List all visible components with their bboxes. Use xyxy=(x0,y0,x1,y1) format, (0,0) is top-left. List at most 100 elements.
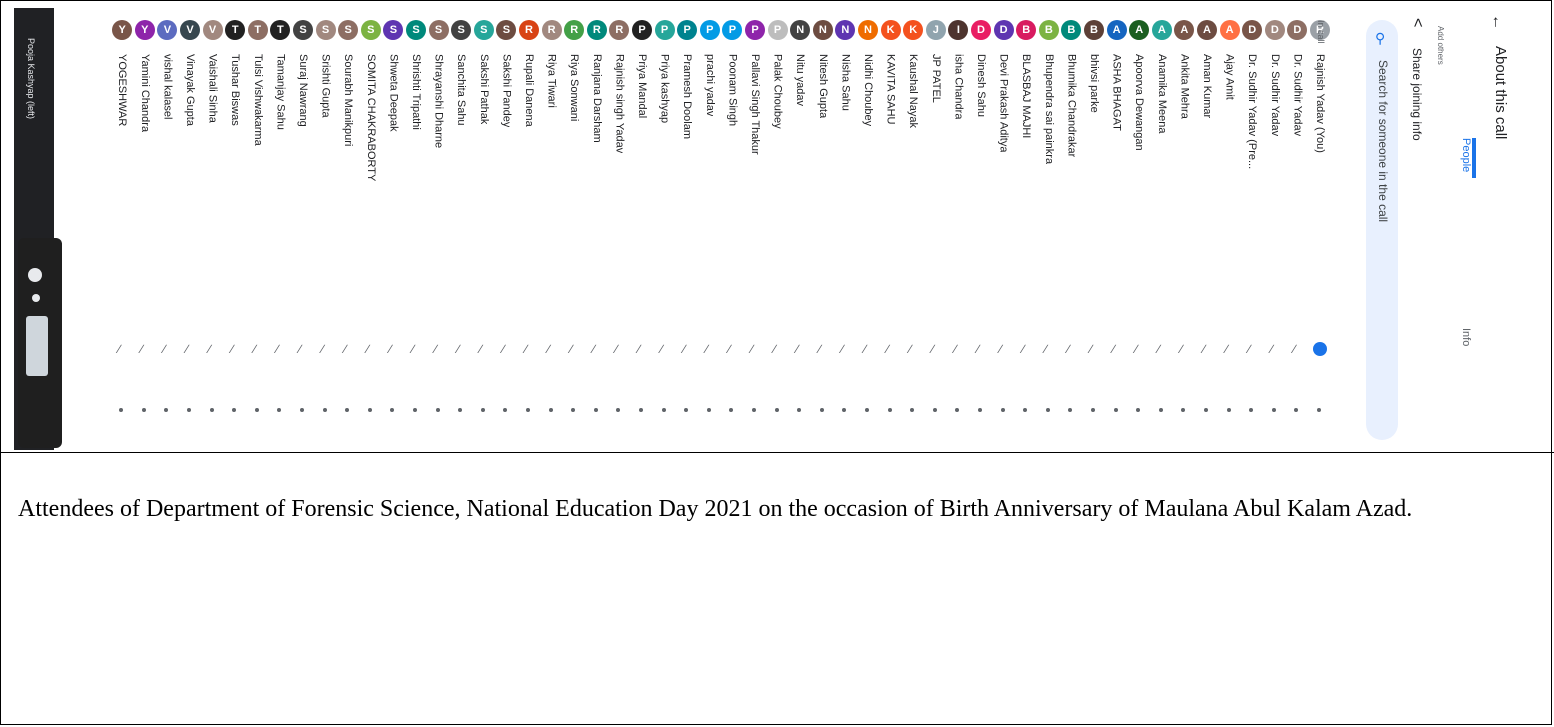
participant-row[interactable]: D Dinesh Sahu ∕ xyxy=(969,8,993,450)
more-options-icon[interactable] xyxy=(1313,342,1327,356)
mic-off-icon[interactable]: ∕ xyxy=(367,342,373,356)
mic-off-icon[interactable]: ∕ xyxy=(548,342,554,356)
participant-menu-icon[interactable] xyxy=(503,408,508,412)
participant-menu-icon[interactable] xyxy=(141,408,146,412)
mic-off-icon[interactable]: ∕ xyxy=(457,342,463,356)
participant-menu-icon[interactable] xyxy=(1204,408,1208,412)
mic-off-icon[interactable]: ∕ xyxy=(706,342,712,356)
mic-off-icon[interactable]: ∕ xyxy=(502,342,508,356)
mic-off-icon[interactable]: ∕ xyxy=(299,342,305,356)
participant-row[interactable]: Vvishal kalasel ∕ xyxy=(155,8,179,450)
participant-row[interactable]: B Bhumika Chandrakar ∕ xyxy=(1059,8,1083,450)
participant-row[interactable]: P Poonam Singh ∕ xyxy=(720,8,744,450)
participant-menu-icon[interactable] xyxy=(1317,408,1321,412)
mic-off-icon[interactable]: ∕ xyxy=(389,342,395,356)
participant-menu-icon[interactable] xyxy=(819,408,824,412)
participant-row[interactable]: S Sanchita Sahu ∕ xyxy=(449,8,473,450)
participant-row[interactable]: S Sakshi Pathak ∕ xyxy=(472,8,496,450)
participant-row[interactable]: A Aman Kumar ∕ xyxy=(1195,8,1219,450)
participant-row[interactable]: S Sourabh Manikpuri ∕ xyxy=(336,8,360,450)
mic-off-icon[interactable]: ∕ xyxy=(1180,342,1186,356)
participant-row[interactable]: P Pallavi Singh Thakur ∕ xyxy=(743,8,767,450)
participant-row[interactable]: N Nitesh Gupta ∕ xyxy=(811,8,835,450)
participant-row[interactable]: R Rajnish Yadav (You) xyxy=(1308,8,1332,450)
participant-menu-icon[interactable] xyxy=(639,408,643,412)
participant-menu-icon[interactable] xyxy=(119,408,124,412)
participant-menu-icon[interactable] xyxy=(797,408,802,412)
mic-off-icon[interactable]: ∕ xyxy=(751,342,757,356)
participant-menu-icon[interactable] xyxy=(865,408,869,412)
mic-off-icon[interactable]: ∕ xyxy=(209,342,215,356)
participant-menu-icon[interactable] xyxy=(345,408,350,412)
mic-off-icon[interactable]: ∕ xyxy=(977,342,983,356)
add-others-button[interactable]: Add others xyxy=(1436,26,1445,65)
participant-row[interactable]: R Rupali Danena ∕ xyxy=(517,8,541,450)
participant-row[interactable]: T Tamanjay Sahu ∕ xyxy=(268,8,292,450)
participant-menu-icon[interactable] xyxy=(774,408,779,412)
mic-off-icon[interactable]: ∕ xyxy=(661,342,667,356)
participant-menu-icon[interactable] xyxy=(752,408,756,412)
tab-info[interactable]: Info xyxy=(1460,328,1472,346)
participant-menu-icon[interactable] xyxy=(390,408,395,412)
participant-row[interactable]: S Srishti Gupta ∕ xyxy=(314,8,338,450)
mic-off-icon[interactable]: ∕ xyxy=(480,342,486,356)
participant-row[interactable]: T Tushar Biswas ∕ xyxy=(223,8,247,450)
mic-off-icon[interactable]: ∕ xyxy=(570,342,576,356)
participant-row[interactable]: R Ranjana Darsham ∕ xyxy=(585,8,609,450)
participant-row[interactable]: A Apoorva Dewangan ∕ xyxy=(1127,8,1151,450)
mic-off-icon[interactable]: ∕ xyxy=(864,342,870,356)
camera-toggle-icon[interactable] xyxy=(32,294,40,302)
mic-off-icon[interactable]: ∕ xyxy=(819,342,825,356)
participant-row[interactable]: J JP PATEL ∕ xyxy=(924,8,948,450)
mic-off-icon[interactable]: ∕ xyxy=(887,342,893,356)
participant-menu-icon[interactable] xyxy=(413,408,417,412)
mic-off-icon[interactable]: ∕ xyxy=(254,342,260,356)
mic-off-icon[interactable]: ∕ xyxy=(344,342,350,356)
participant-row[interactable]: Iisha Chandra ∕ xyxy=(946,8,970,450)
mic-off-icon[interactable]: ∕ xyxy=(1293,342,1299,356)
participant-menu-icon[interactable] xyxy=(1068,408,1073,412)
participant-row[interactable]: V Vinayak Gupta ∕ xyxy=(178,8,202,450)
mic-off-icon[interactable]: ∕ xyxy=(954,342,960,356)
participant-row[interactable]: A Ajay Amit ∕ xyxy=(1218,8,1242,450)
participant-menu-icon[interactable] xyxy=(1226,408,1231,412)
participant-menu-icon[interactable] xyxy=(684,408,689,412)
participant-row[interactable]: P Priya Mandal ∕ xyxy=(630,8,654,450)
participant-row[interactable]: S Sakshi Pandey ∕ xyxy=(494,8,518,450)
participant-row[interactable]: S Shrayanshi Dharne ∕ xyxy=(427,8,451,450)
participant-row[interactable]: A Ankita Mehra ∕ xyxy=(1172,8,1196,450)
participant-row[interactable]: Bbhivsi parke ∕ xyxy=(1082,8,1106,450)
mic-off-icon[interactable]: ∕ xyxy=(1271,342,1277,356)
mic-off-icon[interactable]: ∕ xyxy=(1045,342,1051,356)
participant-menu-icon[interactable] xyxy=(1294,408,1299,412)
mic-off-icon[interactable]: ∕ xyxy=(1022,342,1028,356)
mic-off-icon[interactable]: ∕ xyxy=(186,342,192,356)
participant-row[interactable]: R Riya Sonwani ∕ xyxy=(562,8,586,450)
mic-off-icon[interactable]: ∕ xyxy=(322,342,328,356)
participant-menu-icon[interactable] xyxy=(842,408,847,412)
participant-row[interactable]: N Nidhi Choubey ∕ xyxy=(856,8,880,450)
participant-menu-icon[interactable] xyxy=(1000,408,1005,412)
participant-menu-icon[interactable] xyxy=(367,408,372,412)
mic-off-icon[interactable]: ∕ xyxy=(118,342,124,356)
mic-off-icon[interactable]: ∕ xyxy=(435,342,441,356)
participant-row[interactable]: Y YOGESHWAR ∕ xyxy=(110,8,134,450)
participant-row[interactable]: P Priya kashyap ∕ xyxy=(653,8,677,450)
mic-off-icon[interactable]: ∕ xyxy=(683,342,689,356)
share-icon[interactable]: < xyxy=(1408,18,1426,27)
participant-row[interactable]: N Nisha Sahu ∕ xyxy=(833,8,857,450)
mic-off-icon[interactable]: ∕ xyxy=(163,342,169,356)
participant-menu-icon[interactable] xyxy=(1045,408,1050,412)
participant-row[interactable]: S Shweta Deepak ∕ xyxy=(381,8,405,450)
mic-off-icon[interactable]: ∕ xyxy=(615,342,621,356)
participant-menu-icon[interactable] xyxy=(593,408,598,412)
participant-menu-icon[interactable] xyxy=(706,408,711,412)
participant-menu-icon[interactable] xyxy=(300,408,304,412)
tab-people[interactable]: People xyxy=(1460,138,1472,172)
participant-menu-icon[interactable] xyxy=(932,408,937,412)
mic-off-icon[interactable]: ∕ xyxy=(141,342,147,356)
participant-menu-icon[interactable] xyxy=(548,408,553,412)
participant-row[interactable]: D Dr. Sudhir Yadav ∕ xyxy=(1263,8,1287,450)
mic-toggle-icon[interactable] xyxy=(28,268,42,282)
mic-off-icon[interactable]: ∕ xyxy=(1090,342,1096,356)
